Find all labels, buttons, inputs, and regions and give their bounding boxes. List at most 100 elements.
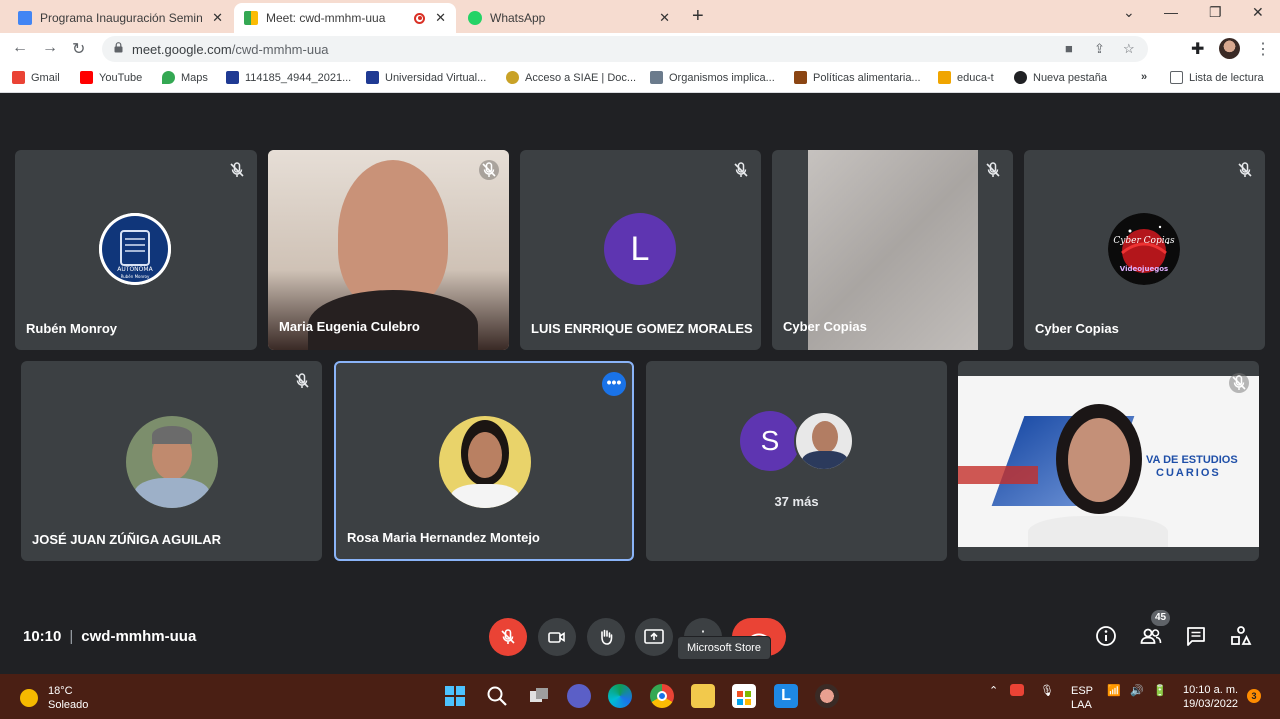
close-window-button[interactable]: ✕	[1252, 4, 1264, 21]
back-button[interactable]: ←	[12, 39, 28, 57]
bookmark-label: YouTube	[99, 71, 143, 84]
reading-list-icon	[1170, 71, 1183, 84]
bookmark-organismos[interactable]: Organismos implica...	[650, 71, 775, 84]
bookmark-youtube[interactable]: YouTube	[80, 71, 142, 84]
tab-search-icon[interactable]: ⌄	[1123, 4, 1135, 21]
mic-off-icon	[986, 162, 1000, 177]
bookmark-star-icon[interactable]: ☆	[1123, 41, 1135, 57]
mic-off-icon	[295, 373, 309, 388]
activities-icon[interactable]	[1230, 625, 1252, 647]
participant-count-badge: 45	[1151, 610, 1170, 626]
chrome-profile-icon[interactable]	[815, 684, 839, 708]
maximize-button[interactable]: ❐	[1209, 4, 1222, 21]
bookmark-universidad[interactable]: Universidad Virtual...	[366, 71, 486, 84]
task-view-icon[interactable]	[527, 684, 551, 708]
participant-tile[interactable]: L LUIS ENRRIQUE GOMEZ MORALES	[520, 150, 761, 350]
raise-hand-button[interactable]	[587, 618, 625, 656]
tab-meet[interactable]: Meet: cwd-mmhm-uua ✕	[234, 3, 456, 33]
keyboard-layout: LAA	[1071, 699, 1092, 711]
reload-button[interactable]: ↻	[72, 39, 85, 59]
toggle-camera-button[interactable]	[538, 618, 576, 656]
reading-list[interactable]: Lista de lectura	[1170, 71, 1264, 84]
participant-tile-video[interactable]: Cyber Copias	[772, 150, 1013, 350]
system-clock[interactable]: 10:10 a. m. 19/03/2022	[1183, 683, 1238, 711]
logo-graphic: AUTONOMA Rubén Monroy	[99, 213, 171, 285]
bookmark-label: Universidad Virtual...	[385, 71, 487, 84]
participant-tile-video[interactable]: VA DE ESTUDIOS CUARIOS	[958, 361, 1259, 561]
volume-icon[interactable]: 🔊	[1130, 684, 1144, 697]
site-icon	[226, 71, 239, 84]
bookmark-label: Gmail	[31, 71, 60, 84]
url-host: meet.google.com	[132, 42, 232, 57]
meeting-info-icon[interactable]	[1095, 625, 1117, 647]
tab-label: Programa Inauguración Seminar	[40, 11, 203, 25]
new-tab-button[interactable]: +	[692, 5, 704, 28]
microphone-icon[interactable]: 🎙	[1040, 684, 1054, 697]
minimize-button[interactable]: —	[1164, 4, 1178, 20]
participant-name: Cyber Copias	[1035, 321, 1119, 336]
tray-app-icon[interactable]	[1010, 684, 1024, 696]
language-indicator[interactable]: ESP LAA	[1071, 684, 1093, 712]
file-explorer-icon[interactable]	[691, 684, 715, 708]
participant-tile[interactable]: JOSÉ JUAN ZÚÑIGA AGUILAR	[21, 361, 322, 561]
recording-icon	[414, 12, 426, 24]
chat-app-icon[interactable]	[567, 684, 591, 708]
initial-avatar: L	[604, 213, 676, 285]
chat-icon[interactable]	[1185, 625, 1207, 647]
participant-name: Rubén Monroy	[26, 321, 117, 336]
bookmark-maps[interactable]: Maps	[162, 71, 208, 84]
toggle-mic-button[interactable]	[489, 618, 527, 656]
wifi-icon[interactable]: 📶	[1107, 684, 1121, 697]
close-icon[interactable]: ✕	[659, 10, 670, 26]
participant-tile[interactable]: Cyber Copias Videojuegos Cyber Copias	[1024, 150, 1265, 350]
menu-icon[interactable]: ⋮	[1255, 39, 1271, 59]
more-options-button[interactable]: •••	[602, 372, 626, 396]
youtube-icon	[80, 71, 93, 84]
logo-text: Rubén Monroy	[121, 274, 150, 279]
share-icon[interactable]: ⇪	[1094, 41, 1105, 57]
bookmarks-overflow[interactable]: »	[1141, 71, 1147, 83]
participant-tile-video[interactable]: Maria Eugenia Culebro	[268, 150, 509, 350]
people-icon[interactable]	[1140, 625, 1162, 647]
participant-name: Maria Eugenia Culebro	[279, 319, 420, 334]
chevron-up-icon[interactable]: ⌃	[989, 684, 998, 697]
clock-date: 19/03/2022	[1183, 698, 1239, 710]
chrome-icon[interactable]	[650, 684, 674, 708]
forward-button[interactable]: →	[42, 39, 58, 57]
weather-widget[interactable]: 18°C Soleado	[20, 684, 88, 712]
edge-icon[interactable]	[608, 684, 632, 708]
bookmark-educa-t[interactable]: educa-t	[938, 71, 994, 84]
app-l-icon[interactable]: L	[774, 684, 798, 708]
others-tile[interactable]: S 37 más	[646, 361, 947, 561]
present-screen-button[interactable]	[635, 618, 673, 656]
gmail-icon	[12, 71, 25, 84]
meeting-time: 10:10	[23, 628, 62, 645]
tab-whatsapp[interactable]: WhatsApp ✕	[458, 3, 680, 33]
address-bar[interactable]: meet.google.com/cwd-mmhm-uua ■ ⇪ ☆	[102, 36, 1148, 62]
bookmark-label: Políticas alimentaria...	[813, 71, 921, 84]
close-icon[interactable]: ✕	[435, 10, 446, 26]
battery-icon[interactable]: 🔋	[1153, 684, 1167, 697]
start-icon[interactable]	[443, 684, 467, 708]
site-icon	[506, 71, 519, 84]
graduation-cap-icon	[938, 71, 951, 84]
notification-badge[interactable]: 3	[1247, 689, 1261, 703]
bookmark-siae[interactable]: Acceso a SIAE | Doc...	[506, 71, 636, 84]
tab-programa[interactable]: Programa Inauguración Seminar ✕	[8, 3, 233, 33]
participant-tile-active[interactable]: ••• Rosa Maria Hernandez Montejo	[334, 361, 634, 561]
camera-icon[interactable]: ■	[1065, 41, 1073, 56]
bookmark-114185[interactable]: 114185_4944_2021...	[226, 71, 351, 84]
participant-tile[interactable]: AUTONOMA Rubén Monroy Rubén Monroy	[15, 150, 257, 350]
profile-avatar[interactable]	[1219, 38, 1240, 59]
clock-time: 10:10 a. m.	[1183, 684, 1239, 696]
bookmark-nueva-pestana[interactable]: Nueva pestaña	[1014, 71, 1107, 84]
mic-off-icon	[230, 162, 244, 177]
participant-photo	[794, 411, 854, 471]
bookmark-politicas[interactable]: Políticas alimentaria...	[794, 71, 921, 84]
university-logo: AUTONOMA Rubén Monroy	[99, 213, 171, 285]
close-icon[interactable]: ✕	[212, 10, 223, 26]
bookmark-gmail[interactable]: Gmail	[12, 71, 60, 84]
search-icon[interactable]	[485, 684, 509, 708]
extensions-icon[interactable]: ✚	[1191, 39, 1204, 59]
microsoft-store-icon[interactable]	[732, 684, 756, 708]
